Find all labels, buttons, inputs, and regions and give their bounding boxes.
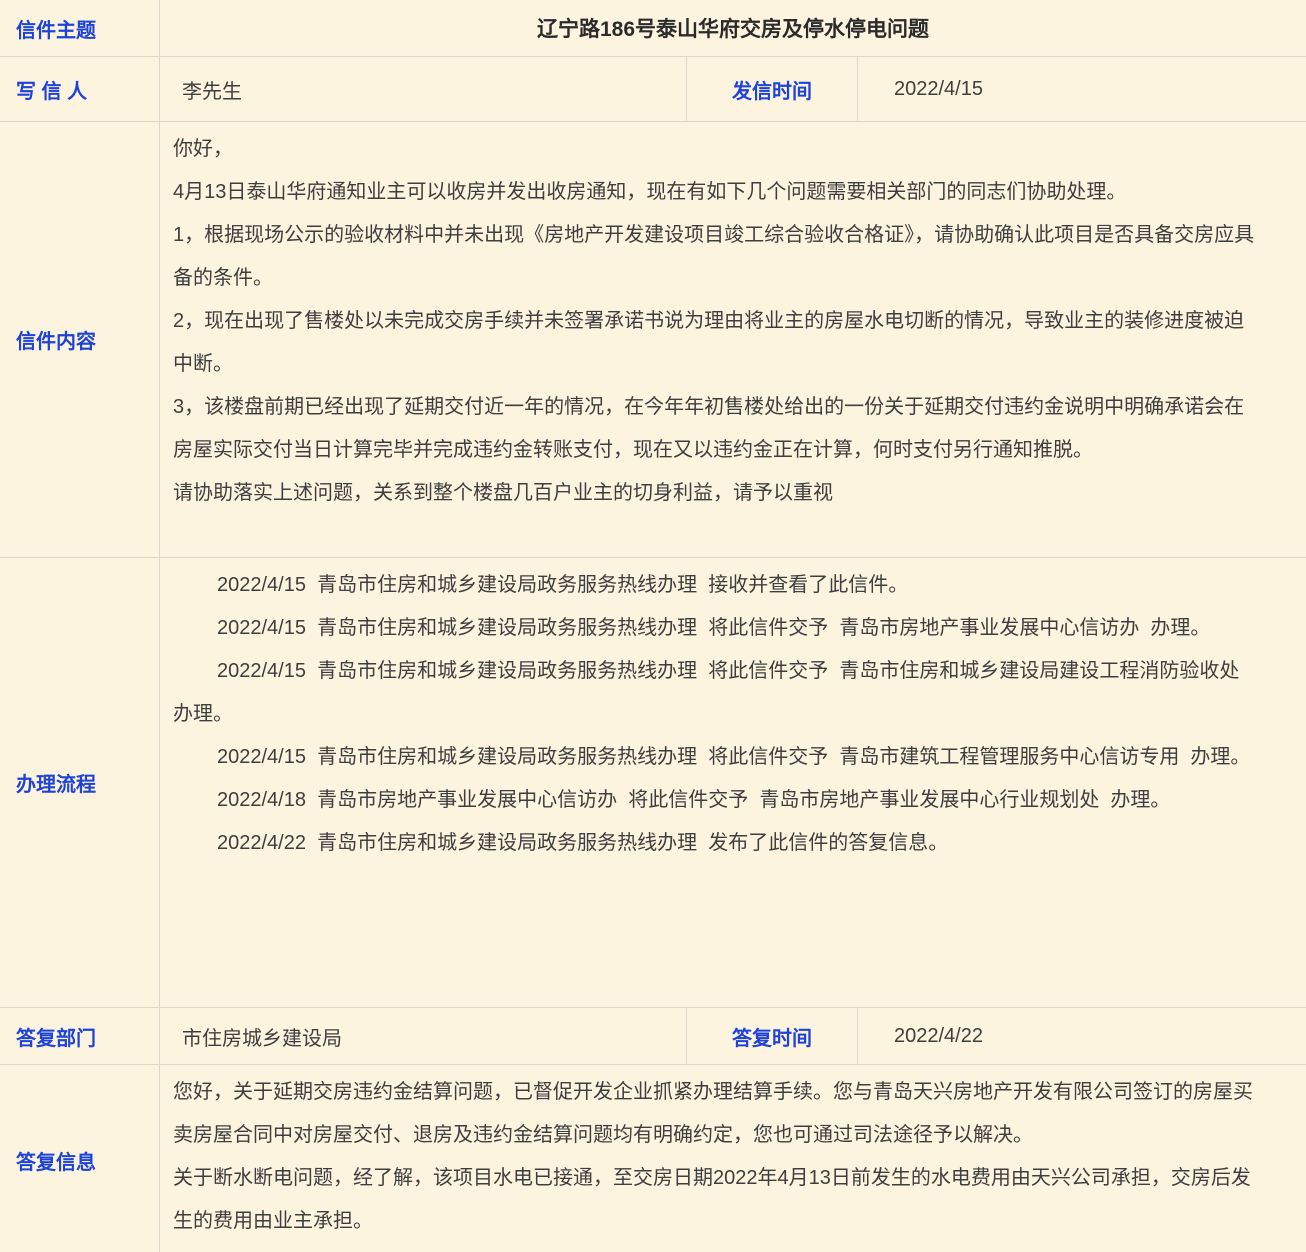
letter-content-label: 信件内容 — [0, 122, 160, 557]
letter-detail-table: 信件主题 辽宁路186号泰山华府交房及停水停电问题 写 信 人 李先生 发信时间… — [0, 0, 1306, 1252]
reply-time-value: 2022/4/22 — [894, 1024, 983, 1047]
subject-row: 信件主题 辽宁路186号泰山华府交房及停水停电问题 — [0, 0, 1306, 57]
send-time-label: 发信时间 — [687, 57, 858, 121]
reply-info-label: 答复信息 — [0, 1065, 160, 1252]
reply-paragraph: 您好，关于延期交房违约金结算问题，已督促开发企业抓紧办理结算手续。您与青岛天兴房… — [173, 1081, 1253, 1146]
letter-content-text: 你好， 4月13日泰山华府通知业主可以收房并发出收房通知，现在有如下几个问题需要… — [160, 122, 1306, 557]
process-entry: 2022/4/15 青岛市住房和城乡建设局政务服务热线办理 将此信件交予 青岛市… — [173, 660, 1251, 725]
letter-content-row: 信件内容 你好， 4月13日泰山华府通知业主可以收房并发出收房通知，现在有如下几… — [0, 122, 1306, 558]
process-flow-row: 办理流程 2022/4/15 青岛市住房和城乡建设局政务服务热线办理 接收并查看… — [0, 558, 1306, 1008]
reply-info-text: 您好，关于延期交房违约金结算问题，已督促开发企业抓紧办理结算手续。您与青岛天兴房… — [160, 1065, 1306, 1252]
subject-label: 信件主题 — [0, 0, 160, 56]
sender-name: 李先生 — [160, 57, 687, 121]
content-paragraph: 2，现在出现了售楼处以未完成交房手续并未签署承诺书说为理由将业主的房屋水电切断的… — [173, 310, 1245, 375]
reply-department-row: 答复部门 市住房城乡建设局 答复时间 2022/4/22 — [0, 1008, 1306, 1065]
process-entry: 2022/4/15 青岛市住房和城乡建设局政务服务热线办理 将此信件交予 青岛市… — [217, 746, 1251, 768]
process-entry: 2022/4/15 青岛市住房和城乡建设局政务服务热线办理 接收并查看了此信件。 — [217, 574, 909, 596]
content-paragraph: 3，该楼盘前期已经出现了延期交付近一年的情况，在今年年初售楼处给出的一份关于延期… — [173, 396, 1245, 461]
process-entry: 2022/4/15 青岛市住房和城乡建设局政务服务热线办理 将此信件交予 青岛市… — [217, 617, 1211, 639]
reply-paragraph: 关于断水断电问题，经了解，该项目水电已接通，至交房日期2022年4月13日前发生… — [173, 1167, 1251, 1232]
reply-department-label: 答复部门 — [0, 1008, 160, 1064]
content-paragraph: 你好， — [173, 138, 233, 160]
reply-info-row: 答复信息 您好，关于延期交房违约金结算问题，已督促开发企业抓紧办理结算手续。您与… — [0, 1065, 1306, 1252]
content-paragraph: 请协助落实上述问题，关系到整个楼盘几百户业主的切身利益，请予以重视 — [173, 482, 833, 504]
content-paragraph: 1，根据现场公示的验收材料中并未出现《房地产开发建设项目竣工综合验收合格证》，请… — [173, 224, 1255, 289]
letter-title: 辽宁路186号泰山华府交房及停水停电问题 — [536, 18, 930, 41]
content-paragraph: 4月13日泰山华府通知业主可以收房并发出收房通知，现在有如下几个问题需要相关部门… — [173, 181, 1127, 203]
sender-label: 写 信 人 — [0, 57, 160, 121]
process-entry: 2022/4/18 青岛市房地产事业发展中心信访办 将此信件交予 青岛市房地产事… — [217, 789, 1171, 811]
process-flow-text: 2022/4/15 青岛市住房和城乡建设局政务服务热线办理 接收并查看了此信件。… — [160, 558, 1306, 1007]
sender-row: 写 信 人 李先生 发信时间 2022/4/15 — [0, 57, 1306, 122]
process-entry: 2022/4/22 青岛市住房和城乡建设局政务服务热线办理 发布了此信件的答复信… — [217, 832, 949, 854]
send-time-value: 2022/4/15 — [894, 77, 983, 100]
reply-department-name: 市住房城乡建设局 — [160, 1008, 687, 1064]
process-flow-label: 办理流程 — [0, 558, 160, 1007]
reply-time-label: 答复时间 — [687, 1008, 858, 1064]
